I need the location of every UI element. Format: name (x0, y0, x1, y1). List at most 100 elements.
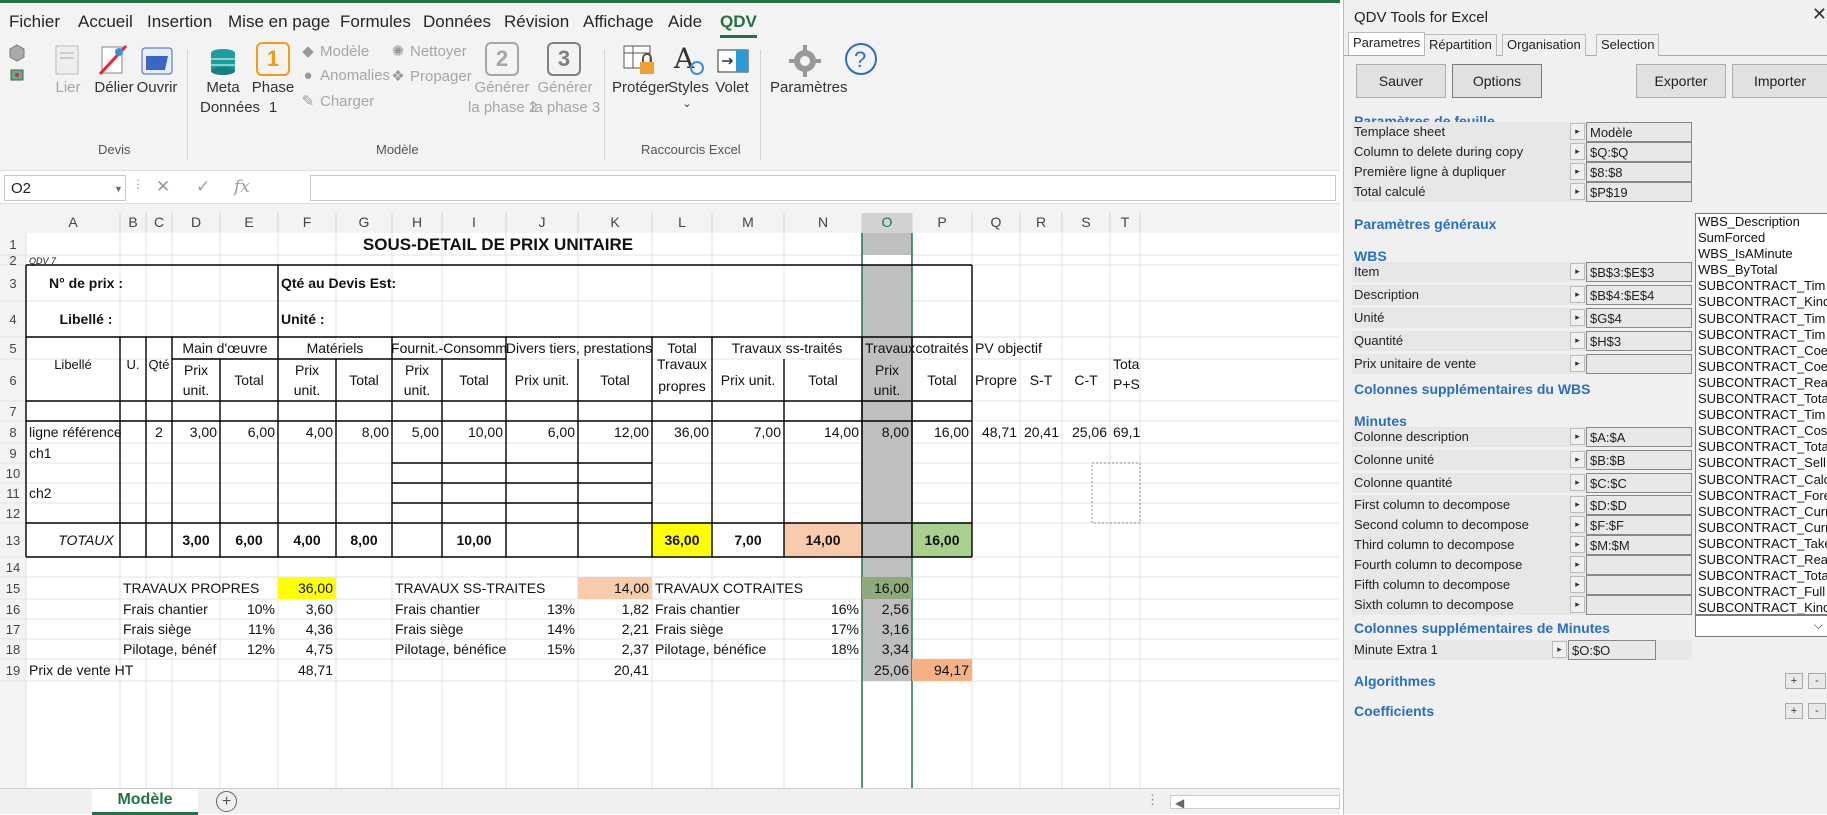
column-header[interactable]: K (610, 214, 620, 230)
dropdown-option[interactable]: SUBCONTRACT_Sell (1696, 455, 1827, 471)
column-header[interactable]: N (818, 214, 828, 230)
param-value[interactable]: $A:$A (1586, 427, 1692, 447)
param-value[interactable]: $C:$C (1586, 473, 1692, 493)
dropdown-option[interactable]: SUBCONTRACT_Coe (1696, 343, 1827, 359)
chevron-down-icon[interactable]: ⌵ (1814, 618, 1823, 633)
enter-icon[interactable]: ✓ (196, 177, 210, 197)
row-header[interactable]: 7 (9, 404, 16, 419)
expand-arrow-icon[interactable]: ▸ (1570, 263, 1585, 280)
param-value[interactable] (1586, 354, 1692, 374)
column-header[interactable]: H (412, 214, 422, 230)
anomalies-button[interactable]: ● Anomalies (300, 67, 390, 84)
column-header[interactable]: S (1081, 214, 1090, 230)
menu-formules[interactable]: Formules (340, 12, 411, 32)
row-header[interactable]: 15 (6, 581, 20, 596)
spreadsheet-grid[interactable]: A B C D E F G H I J K L M N O P Q R S T 1 2 3 4 5 6 7 8 9 10 11 12 13 14 1… (0, 213, 1340, 788)
param-value[interactable]: $8:$8 (1586, 162, 1692, 182)
expand-arrow-icon[interactable]: ▸ (1570, 143, 1585, 160)
column-header[interactable]: O (882, 214, 893, 230)
expand-arrow-icon[interactable]: ▸ (1570, 536, 1585, 553)
sheet-canvas[interactable]: A B C D E F G H I J K L M N O P Q R S T12345678910111213141… (0, 213, 1340, 788)
dropdown-option[interactable]: SUBCONTRACT_Kind (1696, 600, 1827, 614)
expand-arrow-icon[interactable]: ▸ (1570, 516, 1585, 533)
column-dropdown-list[interactable]: WBS_Description SumForced WBS_IsAMinute WBS… (1695, 213, 1827, 615)
propager-button[interactable]: ❖ Propager (390, 67, 471, 85)
column-header[interactable]: F (303, 214, 312, 230)
expand-arrow-icon[interactable]: ▸ (1570, 596, 1585, 613)
row-header[interactable]: 5 (9, 341, 16, 356)
column-header[interactable]: L (678, 214, 686, 230)
phase1-button[interactable]: Phase 1 (250, 78, 296, 118)
menu-accueil[interactable]: Accueil (78, 12, 133, 32)
modele-button[interactable]: ◆ Modèle (300, 42, 369, 60)
column-header[interactable]: I (472, 214, 476, 230)
dropdown-option[interactable]: SUBCONTRACT_Rea (1696, 552, 1827, 568)
remove-icon[interactable]: - (1808, 673, 1826, 689)
tab-organisation[interactable]: Organisation (1502, 34, 1586, 56)
row-header[interactable]: 18 (6, 642, 20, 657)
menu-fichier[interactable]: Fichier (9, 12, 60, 32)
fx-icon[interactable]: fx (234, 177, 250, 197)
column-header[interactable]: A (68, 214, 78, 230)
column-header[interactable]: J (539, 214, 546, 230)
column-header[interactable]: B (128, 214, 137, 230)
expand-arrow-icon[interactable]: ▸ (1570, 286, 1585, 303)
ouvrir-button[interactable]: Ouvrir (136, 78, 178, 98)
expand-arrow-icon[interactable]: ▸ (1570, 556, 1585, 573)
charger-button[interactable]: ✎ Charger (300, 92, 375, 110)
dropdown-option[interactable]: WBS_IsAMinute (1696, 246, 1827, 262)
expand-arrow-icon[interactable]: ▸ (1570, 496, 1585, 513)
row-header[interactable]: 14 (6, 560, 20, 575)
menu-aide[interactable]: Aide (668, 12, 702, 32)
row-header[interactable]: 6 (9, 373, 16, 388)
expand-arrow-icon[interactable]: ▸ (1570, 451, 1585, 468)
formula-input[interactable] (310, 175, 1336, 201)
dropdown-option[interactable]: SUBCONTRACT_Curr (1696, 520, 1827, 536)
add-icon[interactable]: + (1785, 673, 1803, 689)
dropdown-option[interactable]: SUBCONTRACT_Tim (1696, 327, 1827, 343)
close-icon[interactable]: ✕ (1812, 4, 1827, 25)
column-header[interactable]: C (154, 214, 164, 230)
row-header[interactable]: 16 (6, 602, 20, 617)
horizontal-scrollbar[interactable]: ◀ (1170, 795, 1340, 810)
row-header[interactable]: 12 (6, 506, 20, 521)
expand-arrow-icon[interactable]: ▸ (1570, 576, 1585, 593)
dropdown-option[interactable]: WBS_Description (1696, 214, 1827, 230)
row-header[interactable]: 4 (9, 312, 16, 327)
section-coefficients[interactable]: Coefficients (1354, 703, 1434, 719)
tab-repartition[interactable]: Répartition (1424, 34, 1497, 56)
param-value[interactable] (1586, 595, 1692, 615)
exporter-button[interactable]: Exporter (1636, 64, 1726, 98)
param-value[interactable]: Modèle (1586, 122, 1692, 142)
menu-affichage[interactable]: Affichage (583, 12, 654, 32)
row-header[interactable]: 17 (6, 622, 20, 637)
volet-button[interactable]: Volet (712, 78, 752, 98)
meta-donnees-button[interactable]: Meta Données (200, 78, 260, 118)
add-sheet-icon[interactable]: + (216, 791, 237, 812)
dropdown-option[interactable]: SUBCONTRACT_Tim (1696, 311, 1827, 327)
param-value[interactable]: $D:$D (1586, 495, 1692, 515)
tab-parametres[interactable]: Parametres (1348, 32, 1426, 55)
row-header[interactable]: 2 (9, 253, 16, 268)
options-button[interactable]: Options (1452, 64, 1542, 98)
expand-arrow-icon[interactable]: ▸ (1570, 332, 1585, 349)
param-value[interactable]: $B$4:$E$4 (1586, 285, 1692, 305)
add-icon[interactable]: + (1785, 703, 1803, 719)
expand-arrow-icon[interactable]: ▸ (1570, 309, 1585, 326)
generer-phase3-button[interactable]: Générer la phase 3 (531, 78, 600, 118)
section-algorithmes[interactable]: Algorithmes (1354, 673, 1436, 689)
column-header[interactable]: P (937, 214, 946, 230)
sheet-tab-modele[interactable]: Modèle (92, 789, 198, 815)
remove-icon[interactable]: - (1808, 703, 1826, 719)
expand-arrow-icon[interactable]: ▸ (1570, 355, 1585, 372)
section-generaux[interactable]: Paramètres généraux (1354, 216, 1496, 232)
expand-arrow-icon[interactable]: ▸ (1570, 474, 1585, 491)
row-header[interactable]: 9 (9, 446, 16, 461)
dropdown-option[interactable]: SUBCONTRACT_Kind (1696, 294, 1827, 310)
dropdown-option[interactable]: SUBCONTRACT_Tota (1696, 391, 1827, 407)
bug-icon[interactable] (8, 66, 26, 84)
param-value[interactable]: $Q:$Q (1586, 142, 1692, 162)
column-header[interactable]: M (742, 214, 754, 230)
dropdown-option[interactable]: SUBCONTRACT_Take (1696, 536, 1827, 552)
column-header[interactable]: Q (991, 214, 1002, 230)
